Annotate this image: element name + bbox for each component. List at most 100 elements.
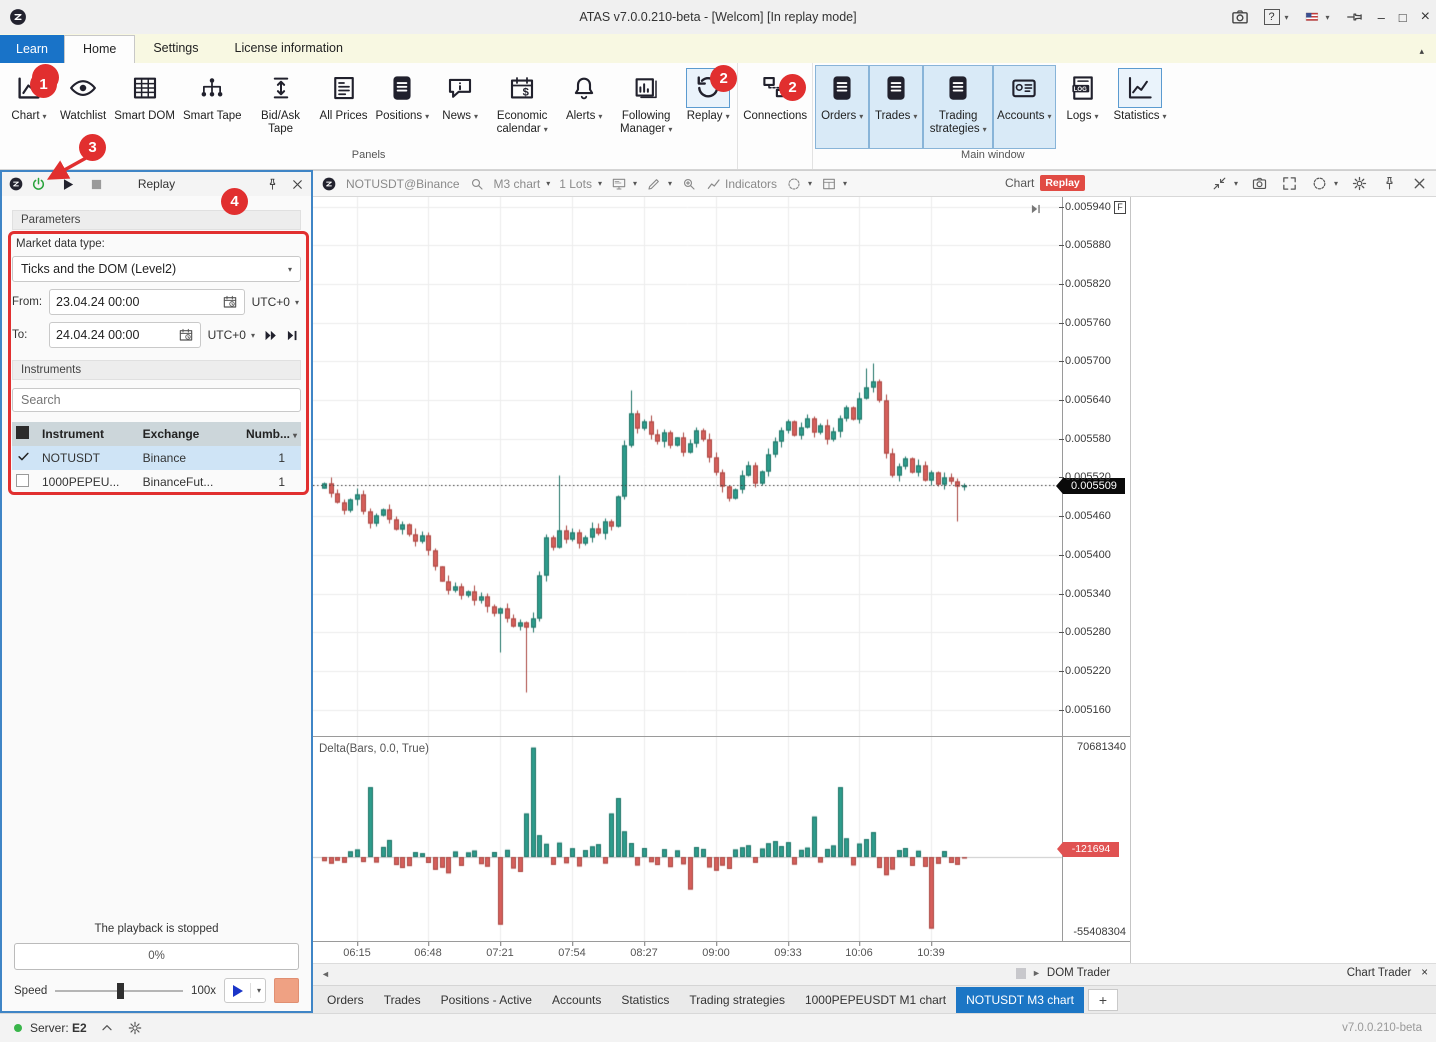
ribbon-item-statistics[interactable]: Statistics▾ <box>1110 65 1171 149</box>
close-panel-icon[interactable] <box>290 177 305 192</box>
pin-icon[interactable] <box>265 177 280 192</box>
pin-icon[interactable] <box>1381 175 1398 192</box>
dom-trader-toggle[interactable]: DOM Trader <box>1047 967 1110 979</box>
calendar-icon[interactable] <box>222 294 238 310</box>
close-button[interactable]: × <box>1421 8 1430 26</box>
maximize-button[interactable]: □ <box>1399 10 1407 25</box>
bottom-tab-accounts[interactable]: Accounts <box>542 987 611 1013</box>
pin-on-top-icon[interactable] <box>1344 7 1364 27</box>
time-axis[interactable]: 06:1506:4807:2107:5408:2709:0009:3310:06… <box>313 941 1130 963</box>
drawing-tools-dropdown[interactable]: ▾ <box>646 176 672 192</box>
chart-window-title: Chart Replay <box>1005 175 1085 191</box>
to-date-field[interactable] <box>49 322 201 348</box>
bottom-tab-trading-strategies[interactable]: Trading strategies <box>679 987 795 1013</box>
instrument-search-input[interactable] <box>21 393 292 407</box>
bottom-tab-orders[interactable]: Orders <box>317 987 374 1013</box>
bottom-tab-notusdt-m3-chart[interactable]: NOTUSDT M3 chart <box>956 987 1084 1013</box>
playback-progress-bar[interactable]: 0% <box>14 943 299 970</box>
timeframe-dropdown[interactable]: M3 chart▾ <box>494 177 551 191</box>
settings-gear-icon[interactable] <box>127 1020 143 1036</box>
lots-dropdown[interactable]: 1 Lots▾ <box>559 177 602 191</box>
scroll-left-arrow[interactable]: ◄ <box>321 969 330 979</box>
instrument-row-1000pepeu[interactable]: 1000PEPEU...BinanceFut...1 <box>12 470 301 494</box>
zoom-in-icon[interactable] <box>681 176 697 192</box>
ribbon-collapse-icon[interactable]: ▴ <box>1419 46 1424 57</box>
ribbon-group-panels: 1Chart▾WatchlistSmart DOMSmart TapeBid/A… <box>0 63 738 169</box>
to-date-input[interactable] <box>56 328 178 342</box>
column-header-exchange[interactable]: Exchange <box>139 422 232 446</box>
ribbon-tab-settings[interactable]: Settings <box>135 35 216 63</box>
from-timezone-dropdown[interactable]: UTC+0▾ <box>250 295 301 309</box>
link-group-dropdown[interactable]: ▾ <box>1311 175 1338 192</box>
chart-trader-close-icon[interactable]: × <box>1421 967 1428 979</box>
column-header-number[interactable]: Numb...▾ <box>231 422 301 446</box>
bottom-tab-statistics[interactable]: Statistics <box>611 987 679 1013</box>
restore-window-dropdown[interactable]: ▾ <box>1211 175 1238 192</box>
ribbon-item-label: Bid/Ask Tape <box>250 110 312 135</box>
delta-indicator-panel[interactable]: Delta(Bars, 0.0, True) 70681340 -5540830… <box>313 736 1130 941</box>
ribbon-item-accounts[interactable]: Accounts▾ <box>993 65 1055 149</box>
bottom-tab-positions-active[interactable]: Positions - Active <box>431 987 542 1013</box>
select-all-checkbox[interactable] <box>16 426 29 439</box>
ribbon-item-positions[interactable]: Positions▾ <box>371 65 433 149</box>
row-checkbox-checked[interactable] <box>16 449 31 464</box>
ribbon-tab-license-information[interactable]: License information <box>217 35 361 63</box>
chart-view-dropdown[interactable]: ▾ <box>611 176 637 192</box>
column-header-instrument[interactable]: Instrument <box>38 422 139 446</box>
ribbon-item-orders[interactable]: Orders▾ <box>815 65 869 149</box>
ribbon-item-trades[interactable]: Trades▾ <box>869 65 923 149</box>
layout-dropdown[interactable]: ▾ <box>821 176 847 192</box>
ribbon-item-news[interactable]: News▾ <box>433 65 487 149</box>
from-date-input[interactable] <box>56 295 222 309</box>
close-chart-icon[interactable] <box>1411 175 1428 192</box>
scrollbar-thumb[interactable] <box>1016 968 1026 979</box>
skip-forward-icon[interactable] <box>262 327 279 344</box>
ribbon-item-trading-strategies[interactable]: Trading strategies▾ <box>923 65 993 149</box>
sync-group-dropdown[interactable]: ▾ <box>786 176 812 192</box>
market-data-type-dropdown[interactable]: Ticks and the DOM (Level2)▾ <box>12 256 301 282</box>
ribbon-tab-home[interactable]: Home <box>64 35 135 63</box>
ribbon-item-replay[interactable]: 2Replay▾ <box>681 65 735 149</box>
price-chart-plot[interactable] <box>313 197 1062 736</box>
ribbon-item-economic-calendar[interactable]: $Economic calendar▾ <box>487 65 557 149</box>
chart-symbol-label[interactable]: NOTUSDT@Binance <box>346 177 460 191</box>
ribbon-item-following-manager[interactable]: Following Manager▾ <box>611 65 681 149</box>
ribbon-tab-learn[interactable]: Learn <box>0 35 64 63</box>
scroll-right-arrow[interactable]: ► <box>1032 968 1041 978</box>
indicators-button[interactable]: Indicators <box>706 176 777 192</box>
add-tab-button[interactable]: + <box>1088 989 1118 1011</box>
record-stop-button[interactable] <box>274 978 299 1003</box>
jump-to-latest-icon[interactable] <box>1028 202 1044 216</box>
instruments-table-header[interactable]: Instrument Exchange Numb...▾ <box>12 422 301 446</box>
settings-gear-icon[interactable] <box>1351 175 1368 192</box>
instrument-search-field[interactable] <box>12 388 301 412</box>
screenshot-icon[interactable] <box>1251 175 1268 192</box>
fixed-scale-marker[interactable]: F <box>1114 201 1126 214</box>
chart-trader-toggle[interactable]: Chart Trader <box>1347 967 1412 979</box>
calendar-icon[interactable] <box>178 327 194 343</box>
search-icon[interactable] <box>469 176 485 192</box>
ribbon-item-bid-ask-tape[interactable]: Bid/Ask Tape <box>246 65 316 149</box>
language-flag-icon[interactable]: ▾ <box>1303 10 1330 24</box>
bottom-tab-trades[interactable]: Trades <box>374 987 431 1013</box>
minimize-button[interactable]: – <box>1378 10 1385 25</box>
ribbon-item-smart-dom[interactable]: Smart DOM <box>110 65 179 149</box>
ribbon-item-all-prices[interactable]: All Prices <box>316 65 372 149</box>
skip-to-end-icon[interactable] <box>284 327 301 344</box>
playback-play-button[interactable]: ▾ <box>224 978 266 1003</box>
speed-slider[interactable] <box>55 982 183 1000</box>
help-button[interactable]: ?▾ <box>1264 9 1289 25</box>
speed-slider-handle[interactable] <box>117 983 124 999</box>
fullscreen-icon[interactable] <box>1281 175 1298 192</box>
price-axis[interactable]: F 0.005509 0.0059400.0058800.0058200.005… <box>1062 197 1130 736</box>
instrument-row-notusdt[interactable]: NOTUSDTBinance1 <box>12 446 301 470</box>
ribbon-item-alerts[interactable]: Alerts▾ <box>557 65 611 149</box>
collapse-chevron-icon[interactable] <box>99 1020 115 1036</box>
from-date-field[interactable] <box>49 289 245 315</box>
bottom-tab-1000pepeusdt-m1-chart[interactable]: 1000PEPEUSDT M1 chart <box>795 987 956 1013</box>
ribbon-item-logs[interactable]: LOGLogs▾ <box>1056 65 1110 149</box>
row-checkbox[interactable] <box>16 474 29 487</box>
screenshot-icon[interactable] <box>1230 7 1250 27</box>
to-timezone-dropdown[interactable]: UTC+0▾ <box>206 328 257 342</box>
ribbon-item-smart-tape[interactable]: Smart Tape <box>179 65 246 149</box>
